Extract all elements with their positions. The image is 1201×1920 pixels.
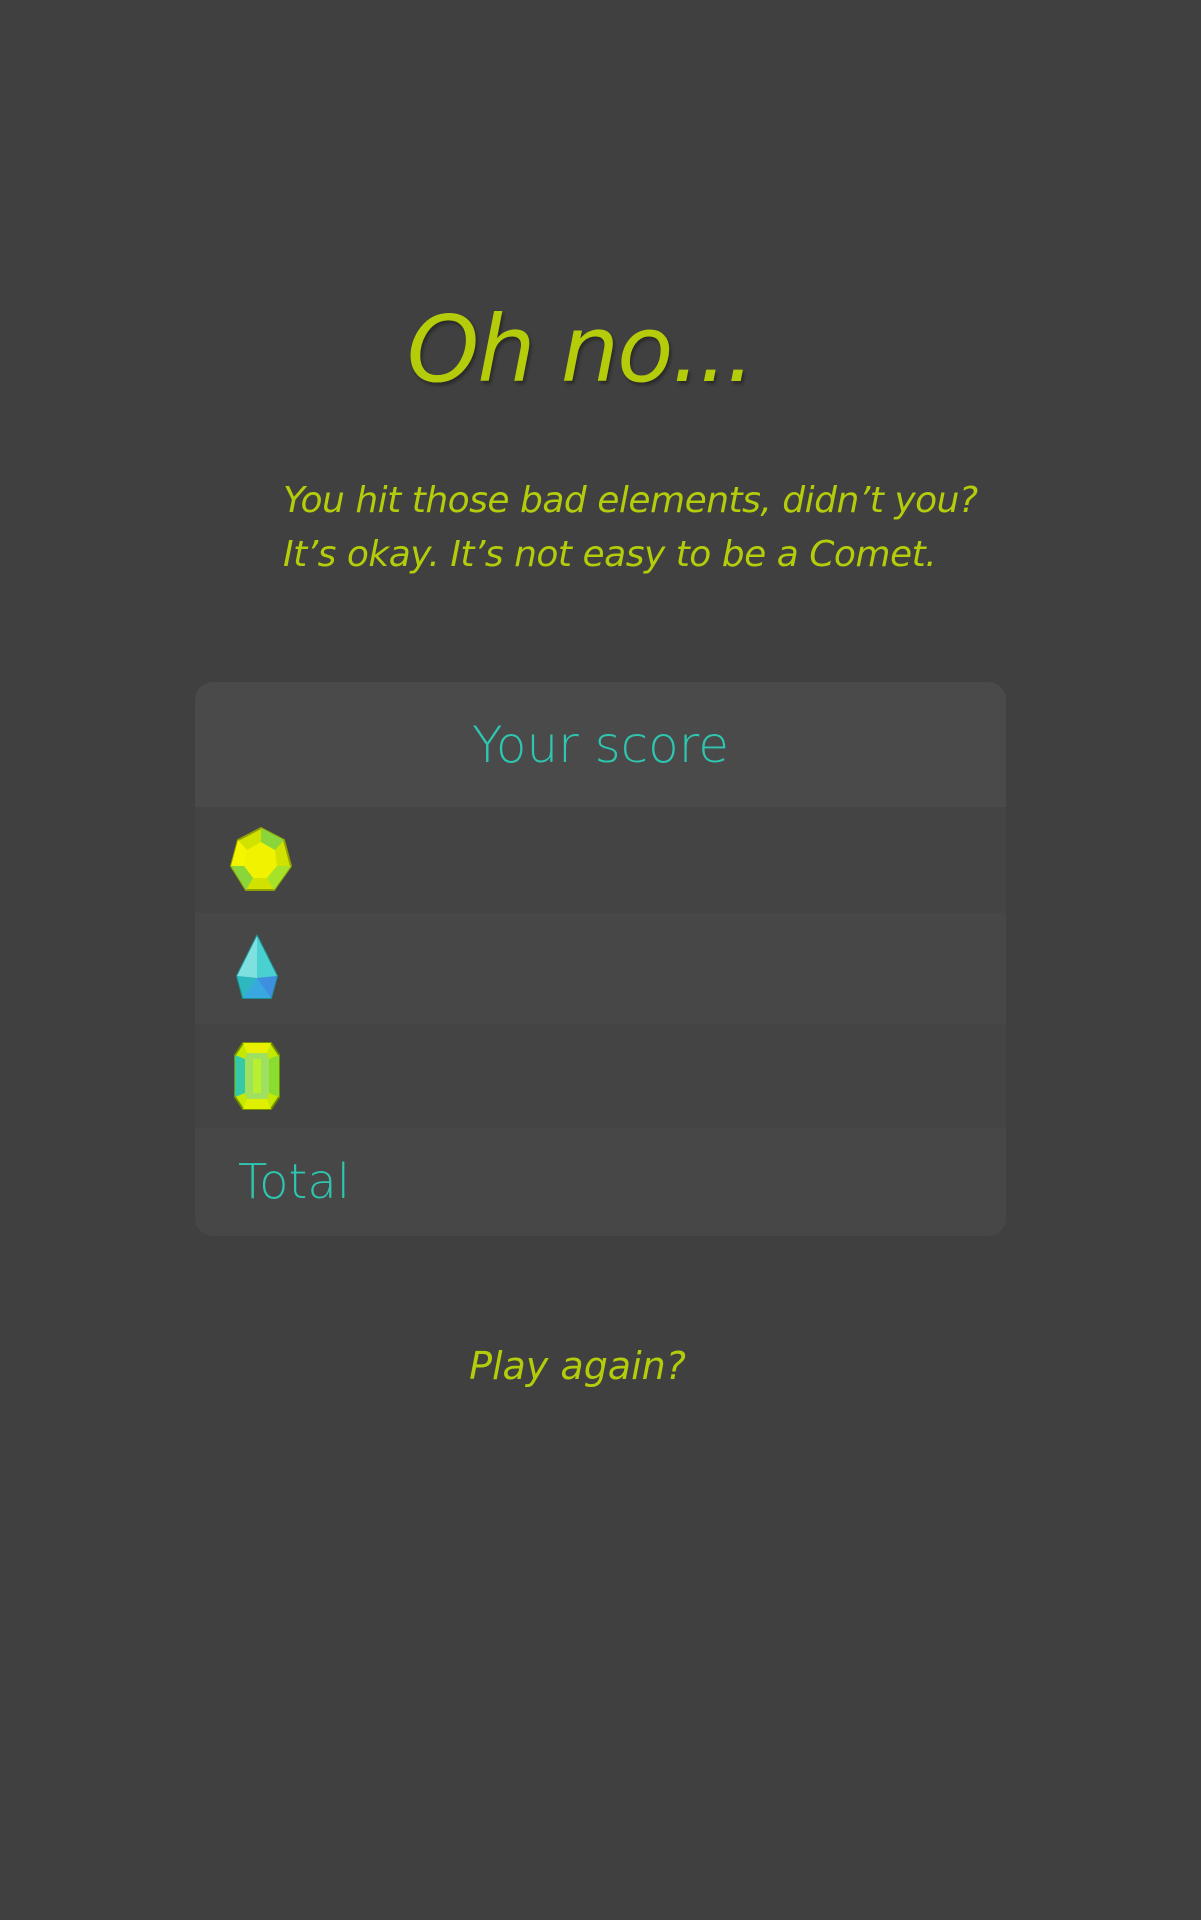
- score-row-gem-1: [195, 807, 1006, 913]
- page-title: Oh no...: [406, 296, 755, 403]
- yellow-green-gem-icon: [229, 826, 293, 891]
- play-again-button[interactable]: Play again?: [0, 1338, 1155, 1394]
- green-emerald-icon: [234, 1042, 280, 1110]
- subtitle-line-1: You hit those bad elements, didn’t you?: [283, 480, 978, 521]
- cyan-crystal-icon: [235, 933, 279, 999]
- score-heading: Your score: [195, 682, 1006, 807]
- score-total-row: Total: [195, 1128, 1006, 1236]
- score-row-gem-2: [195, 913, 1006, 1024]
- score-panel: Your score Total: [195, 682, 1006, 1236]
- total-label: Total: [238, 1154, 351, 1210]
- subtitle: You hit those bad elements, didn’t you? …: [283, 474, 983, 582]
- subtitle-line-2: It’s okay. It’s not easy to be a Comet.: [283, 534, 937, 575]
- score-row-gem-3: [195, 1024, 1006, 1128]
